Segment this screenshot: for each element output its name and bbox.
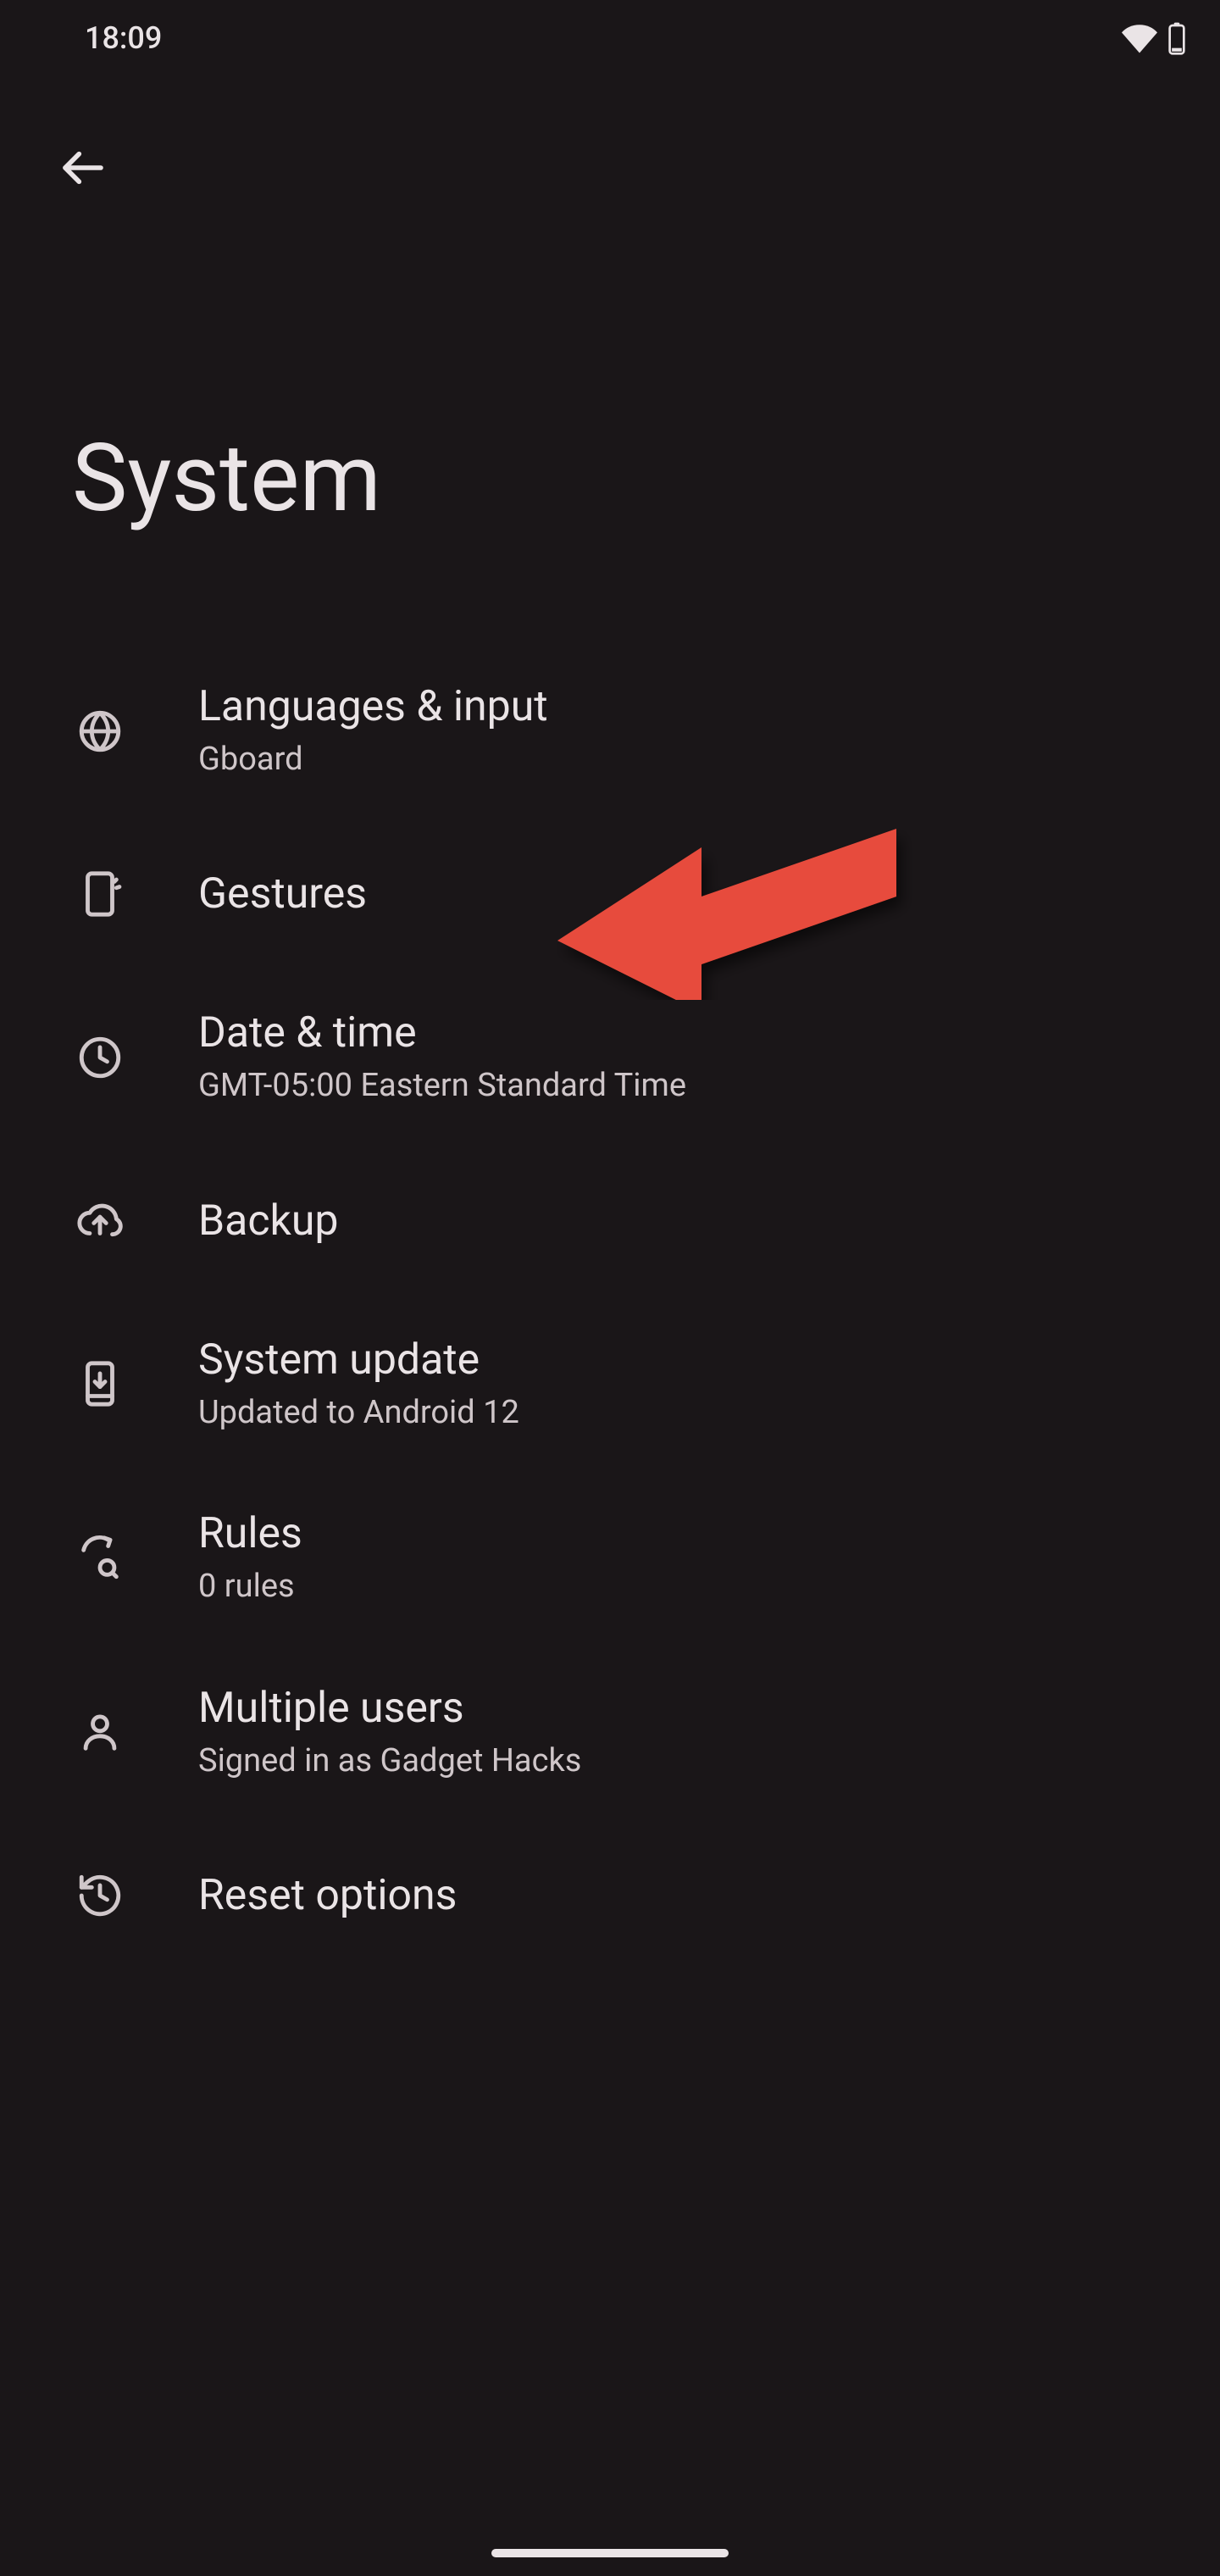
- item-subtitle: Gboard: [198, 739, 548, 780]
- app-bar: [0, 119, 1220, 220]
- settings-item-gestures[interactable]: Gestures: [0, 818, 1220, 970]
- arrow-back-icon: [59, 144, 107, 195]
- item-subtitle: GMT-05:00 Eastern Standard Time: [198, 1065, 686, 1107]
- system-update-icon: [59, 1359, 141, 1408]
- settings-item-reset-options[interactable]: Reset options: [0, 1819, 1220, 1972]
- item-title: Reset options: [198, 1870, 457, 1921]
- settings-item-system-update[interactable]: System update Updated to Android 12: [0, 1297, 1220, 1471]
- item-subtitle: 0 rules: [198, 1566, 302, 1607]
- item-subtitle: Signed in as Gadget Hacks: [198, 1740, 581, 1782]
- person-icon: [59, 1707, 141, 1757]
- item-text: Rules 0 rules: [198, 1508, 302, 1607]
- rules-icon: [59, 1534, 141, 1583]
- gesture-phone-icon: [59, 869, 141, 919]
- clock-icon: [59, 1033, 141, 1082]
- item-title: Gestures: [198, 869, 367, 919]
- item-title: Languages & input: [198, 681, 548, 732]
- cloud-upload-icon: [59, 1196, 141, 1246]
- nav-handle[interactable]: [491, 2549, 729, 2557]
- settings-item-multiple-users[interactable]: Multiple users Signed in as Gadget Hacks: [0, 1646, 1220, 1819]
- back-button[interactable]: [42, 129, 124, 210]
- item-text: Reset options: [198, 1870, 457, 1921]
- status-time: 18:09: [85, 20, 162, 56]
- page-title: System: [72, 424, 381, 533]
- status-right: [1122, 20, 1186, 56]
- item-title: System update: [198, 1335, 519, 1385]
- status-bar: 18:09: [0, 0, 1220, 76]
- item-title: Rules: [198, 1508, 302, 1559]
- item-subtitle: Updated to Android 12: [198, 1392, 519, 1434]
- item-text: Date & time GMT-05:00 Eastern Standard T…: [198, 1008, 686, 1107]
- settings-item-rules[interactable]: Rules 0 rules: [0, 1471, 1220, 1645]
- settings-item-backup[interactable]: Backup: [0, 1145, 1220, 1297]
- wifi-icon: [1122, 20, 1157, 56]
- item-title: Backup: [198, 1196, 339, 1246]
- battery-icon: [1167, 21, 1186, 55]
- globe-icon: [59, 707, 141, 756]
- settings-item-languages-input[interactable]: Languages & input Gboard: [0, 644, 1220, 818]
- item-text: Gestures: [198, 869, 367, 919]
- item-title: Multiple users: [198, 1683, 581, 1734]
- history-icon: [59, 1871, 141, 1920]
- settings-item-date-time[interactable]: Date & time GMT-05:00 Eastern Standard T…: [0, 970, 1220, 1144]
- item-title: Date & time: [198, 1008, 686, 1058]
- item-text: Backup: [198, 1196, 339, 1246]
- item-text: System update Updated to Android 12: [198, 1335, 519, 1434]
- item-text: Multiple users Signed in as Gadget Hacks: [198, 1683, 581, 1782]
- settings-list: Languages & input Gboard Gestures Date &…: [0, 644, 1220, 1972]
- item-text: Languages & input Gboard: [198, 681, 548, 780]
